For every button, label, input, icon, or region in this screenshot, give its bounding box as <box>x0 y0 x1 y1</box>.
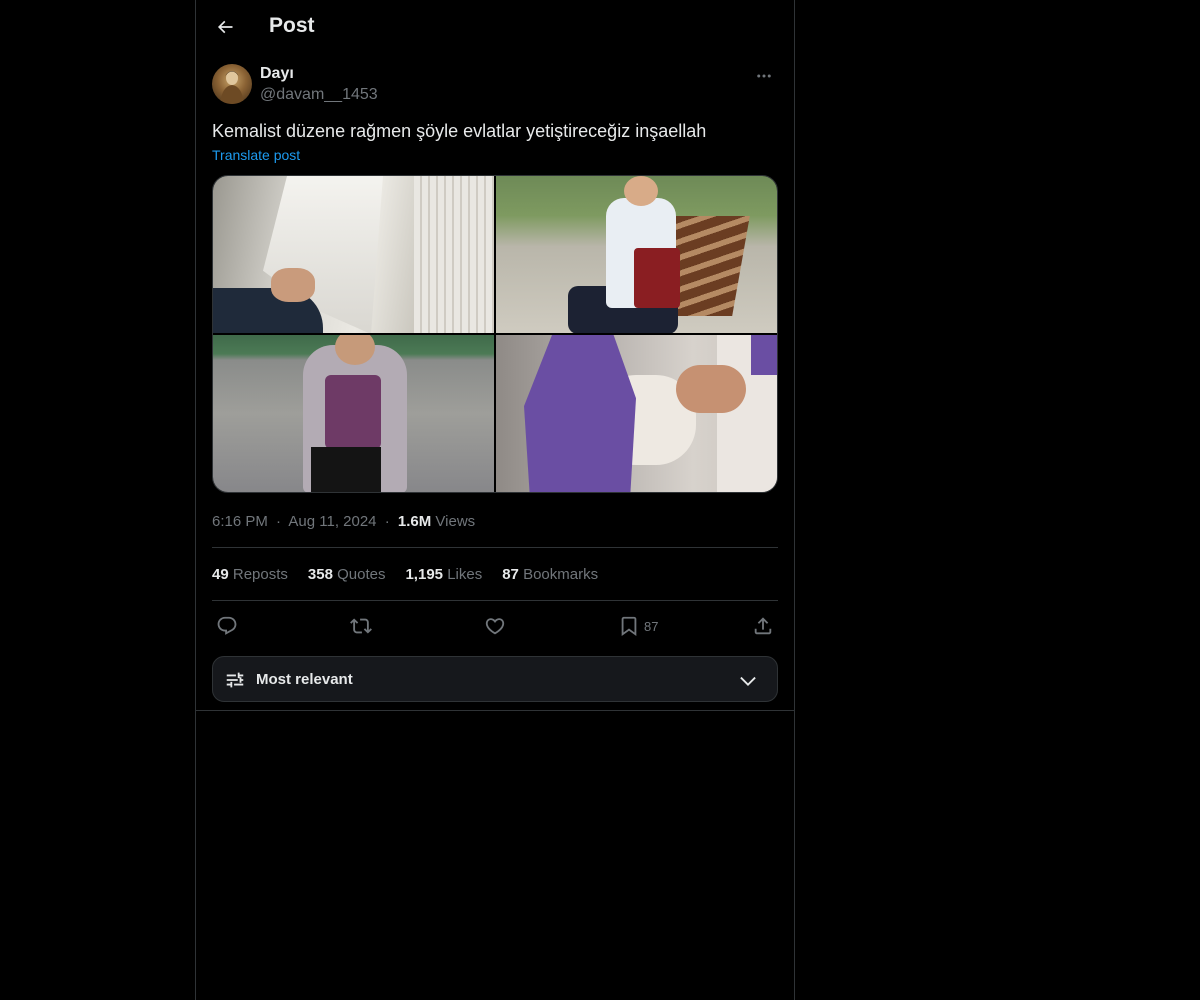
replies-sort-dropdown[interactable]: Most relevant <box>212 656 778 702</box>
share-button[interactable] <box>752 614 774 638</box>
chevron-down-icon <box>737 670 759 692</box>
bookmarks-stat[interactable]: 87 Bookmarks <box>502 566 598 583</box>
author-name[interactable]: Dayı <box>260 65 294 83</box>
quotes-count: 358 <box>307 566 333 583</box>
post-time[interactable]: 6:16 PM <box>212 513 268 530</box>
post-stats: 49 Reposts 358 Quotes 1,195 Likes 87 Boo… <box>212 566 598 583</box>
post-meta: 6:16 PM · Aug 11, 2024 · 1.6M Views <box>212 513 475 530</box>
photo-2[interactable] <box>496 176 777 333</box>
share-icon <box>752 615 774 637</box>
bookmark-button[interactable]: 87 <box>618 614 658 638</box>
header: Post <box>196 0 794 54</box>
views-count: 1.6M <box>397 513 432 530</box>
action-bar: 87 <box>212 614 778 638</box>
reposts-label: Reposts <box>232 566 288 583</box>
avatar[interactable] <box>212 64 252 104</box>
divider <box>212 547 778 548</box>
sliders-icon <box>224 669 246 691</box>
repost-icon <box>350 615 372 637</box>
page-title: Post <box>269 14 315 37</box>
photo-3[interactable] <box>213 335 494 492</box>
reply-icon <box>216 615 238 637</box>
post-text: Kemalist düzene rağmen şöyle evlatlar ye… <box>212 121 707 141</box>
arrow-left-icon <box>215 17 235 37</box>
bookmarks-count: 87 <box>502 566 519 583</box>
reply-button[interactable] <box>216 614 238 638</box>
like-button[interactable] <box>484 614 506 638</box>
back-button[interactable] <box>208 10 242 44</box>
post-date[interactable]: Aug 11, 2024 <box>288 513 376 530</box>
bookmark-icon <box>618 615 640 637</box>
meta-separator: · <box>384 513 390 530</box>
author-handle[interactable]: @davam__1453 <box>260 86 378 104</box>
likes-count: 1,195 <box>405 566 444 583</box>
repost-button[interactable] <box>350 614 372 638</box>
more-options-button[interactable] <box>750 64 778 88</box>
bookmarks-label: Bookmarks <box>523 566 599 583</box>
bookmark-count: 87 <box>644 618 659 634</box>
views-label: Views <box>435 513 476 530</box>
heart-icon <box>484 615 506 637</box>
reposts-stat[interactable]: 49 Reposts <box>212 566 288 583</box>
likes-label: Likes <box>447 566 483 583</box>
photo-4[interactable] <box>496 335 777 492</box>
meta-separator: · <box>276 513 282 530</box>
more-horizontal-icon <box>755 67 773 85</box>
divider <box>212 600 778 601</box>
primary-column: Post Dayı @davam__1453 Kemalist düzene r… <box>195 0 795 1000</box>
quotes-label: Quotes <box>337 566 386 583</box>
likes-stat[interactable]: 1,195 Likes <box>405 566 482 583</box>
sort-label: Most relevant <box>256 671 353 688</box>
media-grid <box>212 175 778 493</box>
translate-post-link[interactable]: Translate post <box>212 147 300 163</box>
section-divider <box>196 710 794 711</box>
quotes-stat[interactable]: 358 Quotes <box>308 566 386 583</box>
reposts-count: 49 <box>212 566 229 583</box>
photo-1[interactable] <box>213 176 494 333</box>
